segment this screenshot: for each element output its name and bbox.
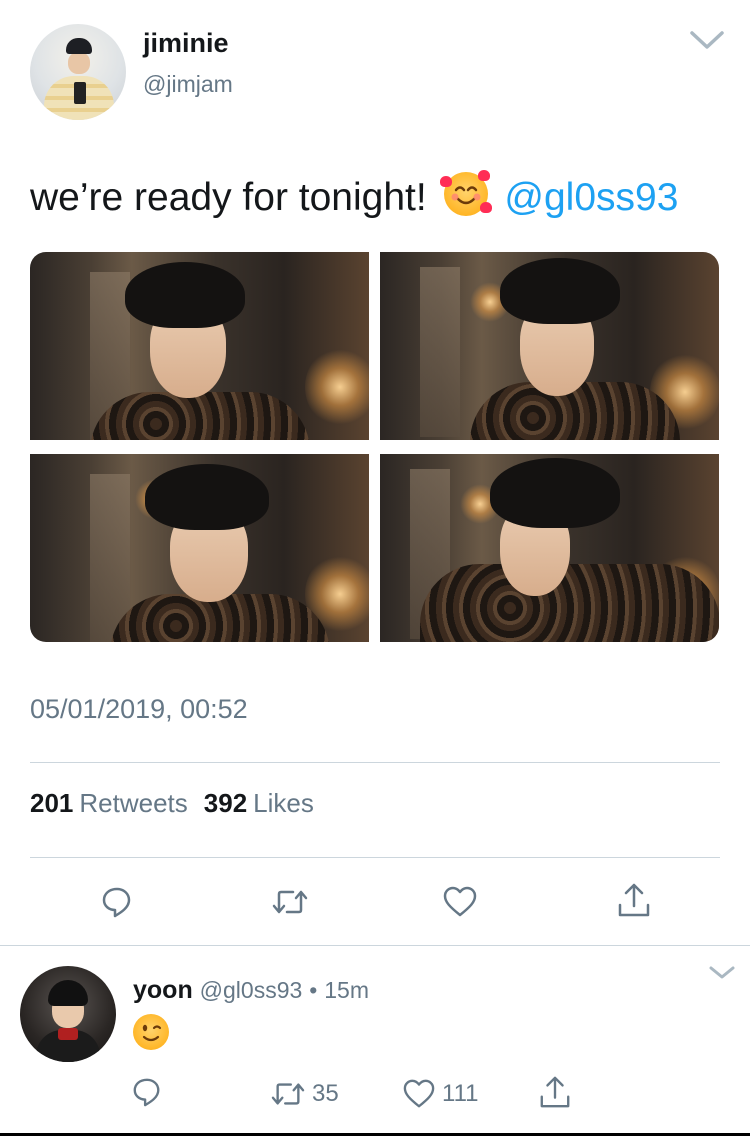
tweet-text-body: we’re ready for tonight! bbox=[30, 176, 427, 219]
reply-like-button[interactable]: 111 bbox=[402, 1078, 478, 1110]
retweet-icon bbox=[271, 1083, 305, 1105]
reply-like-count: 111 bbox=[442, 1080, 479, 1107]
avatar-hat bbox=[66, 38, 92, 54]
author-handle[interactable]: @jimjam bbox=[143, 71, 233, 98]
reply-time[interactable]: 15m bbox=[324, 977, 369, 1003]
likes-label[interactable]: Likes bbox=[253, 788, 314, 818]
avatar-face bbox=[68, 52, 90, 74]
divider bbox=[30, 762, 720, 763]
photo-grid bbox=[30, 252, 719, 642]
share-button[interactable] bbox=[612, 878, 656, 922]
share-icon bbox=[618, 883, 650, 917]
tweet-text: we’re ready for tonight! @gl0ss93 bbox=[30, 170, 678, 220]
retweet-icon bbox=[272, 890, 308, 914]
retweets-count[interactable]: 201 bbox=[30, 788, 73, 818]
reply-share-button[interactable] bbox=[538, 1074, 578, 1110]
tweet-menu-chevron-icon[interactable] bbox=[688, 28, 726, 52]
reply-author-avatar[interactable] bbox=[20, 966, 116, 1062]
divider bbox=[0, 945, 750, 946]
reply-separator: • bbox=[309, 977, 318, 1003]
photo-1[interactable] bbox=[30, 252, 369, 440]
author-avatar[interactable] bbox=[30, 24, 126, 120]
reply-button[interactable] bbox=[95, 880, 139, 924]
reply-retweet-button[interactable]: 35 bbox=[270, 1078, 339, 1110]
photo-3[interactable] bbox=[30, 454, 369, 642]
tweet-timestamp[interactable]: 05/01/2019, 00:52 bbox=[30, 694, 248, 725]
reply-menu-chevron-icon[interactable] bbox=[708, 964, 736, 982]
tweet-stats: 201 Retweets 392 Likes bbox=[30, 788, 330, 819]
reply-reply-button[interactable] bbox=[131, 1076, 169, 1108]
reply-icon bbox=[133, 1078, 160, 1107]
mention-link[interactable]: @gl0ss93 bbox=[504, 176, 678, 219]
reply-header: yoon @gl0ss93 • 15m bbox=[133, 976, 369, 1005]
reply-icon bbox=[102, 887, 131, 918]
likes-count[interactable]: 392 bbox=[204, 788, 247, 818]
heart-outline-icon bbox=[443, 886, 477, 917]
winking-face-emoji bbox=[133, 1014, 169, 1050]
like-button[interactable] bbox=[438, 880, 482, 924]
smiling-face-with-hearts-icon bbox=[439, 170, 492, 216]
reply-display-name[interactable]: yoon bbox=[133, 976, 193, 1004]
photo-2[interactable] bbox=[380, 252, 719, 440]
heart-outline-icon bbox=[403, 1079, 435, 1108]
retweet-button[interactable] bbox=[268, 880, 312, 924]
avatar-phone bbox=[74, 82, 86, 104]
reply-handle[interactable]: @gl0ss93 bbox=[200, 977, 303, 1003]
reply-retweet-count: 35 bbox=[312, 1080, 339, 1107]
photo-4[interactable] bbox=[380, 454, 719, 642]
divider bbox=[30, 857, 720, 858]
retweets-label[interactable]: Retweets bbox=[79, 788, 187, 818]
author-display-name[interactable]: jiminie bbox=[143, 28, 229, 59]
share-icon bbox=[540, 1076, 570, 1108]
